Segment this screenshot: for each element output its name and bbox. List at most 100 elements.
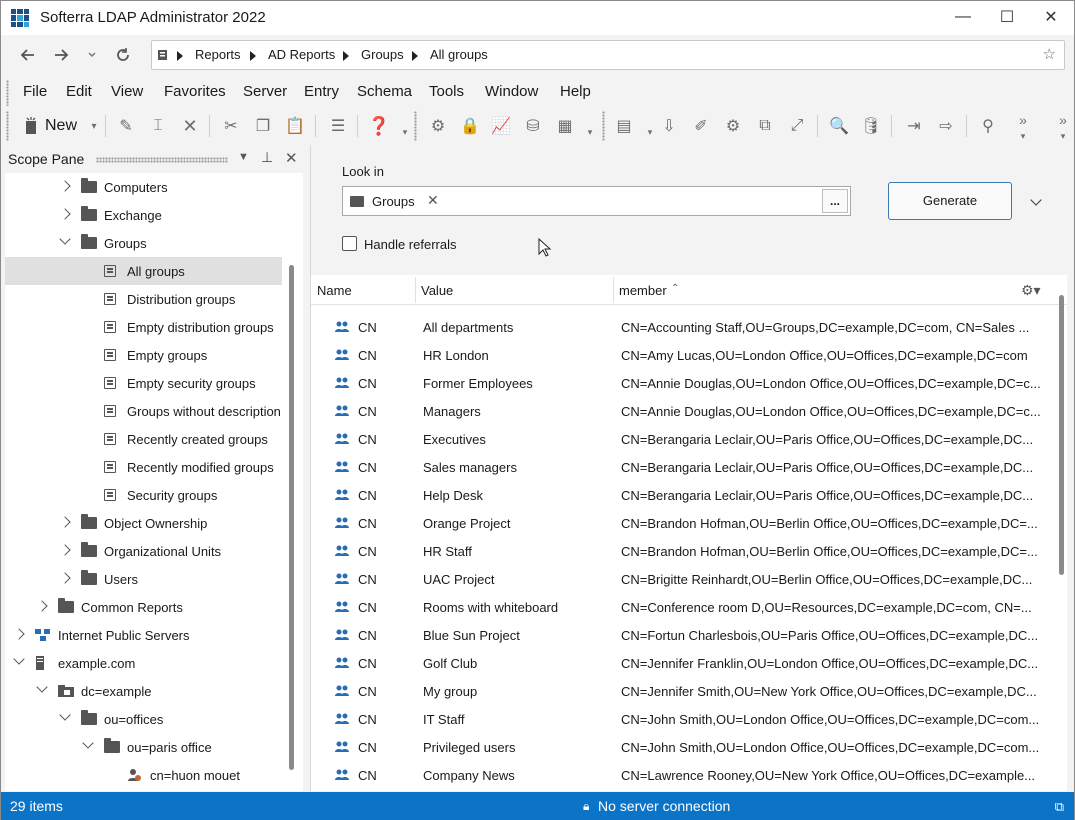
server-export-icon[interactable]: ⛁ [522, 115, 544, 137]
tree-item-all-groups[interactable]: All groups [5, 257, 282, 285]
column-header-value[interactable]: Value [421, 283, 453, 298]
toolbar-overflow-dropdown-icon[interactable]: ▾ [1012, 125, 1034, 147]
column-header-name[interactable]: Name [317, 283, 352, 298]
table-row[interactable]: CN Executives CN=Berangaria Leclair,OU=Par… [311, 425, 1051, 453]
table-row[interactable]: CN Sales managers CN=Berangaria Leclair,OU… [311, 453, 1051, 481]
tree-item-groups[interactable]: Groups [5, 229, 282, 257]
table-row[interactable]: CN Former Employees CN=Annie Douglas,OU=Lo… [311, 369, 1051, 397]
menu-grip[interactable] [6, 80, 9, 106]
tree-item-users[interactable]: Users [5, 565, 282, 593]
table-row[interactable]: CN Privileged users CN=John Smith,OU=Londo… [311, 733, 1051, 761]
column-divider[interactable] [613, 277, 614, 303]
collapse-chevron-icon[interactable] [59, 709, 71, 721]
tree-item-empty-security-groups[interactable]: Empty security groups [5, 369, 282, 397]
favorite-star-icon[interactable]: ☆ [1043, 45, 1056, 63]
table-row[interactable]: CN All departments CN=Accounting Staff,OU=… [311, 313, 1051, 341]
table-row[interactable]: CN HR London CN=Amy Lucas,OU=London Office… [311, 341, 1051, 369]
expand-chevron-icon[interactable] [13, 628, 25, 640]
expand-chevron-icon[interactable] [59, 544, 71, 556]
tree-item-ou-offices[interactable]: ou=offices [5, 705, 282, 733]
tree-item-groups-without-description[interactable]: Groups without description [5, 397, 282, 425]
menu-schema[interactable]: Schema [357, 83, 412, 100]
grid-scrollbar[interactable] [1059, 295, 1064, 575]
column-settings-gear-icon[interactable]: ⚙▾ [1021, 282, 1041, 299]
table-row[interactable]: CN Company News CN=Lawrence Rooney,OU=New … [311, 761, 1051, 789]
maximize-button[interactable]: ☐ [984, 1, 1030, 33]
menu-entry[interactable]: Entry [304, 83, 339, 100]
table-row[interactable]: CN Rooms with whiteboard CN=Conference roo… [311, 593, 1051, 621]
tree-item-cn-huon-mouet[interactable]: cn=huon mouet [5, 761, 282, 789]
scope-pane-menu-icon[interactable]: ▼ [238, 151, 249, 163]
tree-item-common-reports[interactable]: Common Reports [5, 593, 282, 621]
new-object-icon[interactable]: ▤ [613, 115, 635, 137]
expand-chevron-icon[interactable] [36, 600, 48, 612]
tree-item-dc-example[interactable]: dc=example [5, 677, 282, 705]
tree-item-ou-paris-office[interactable]: ou=paris office [5, 733, 282, 761]
tree-item-exchange[interactable]: Exchange [5, 201, 282, 229]
menu-server[interactable]: Server [243, 83, 287, 100]
toolbar-grip[interactable] [414, 111, 417, 141]
tree-item-recently-modified-groups[interactable]: Recently modified groups [5, 453, 282, 481]
menu-edit[interactable]: Edit [66, 83, 92, 100]
table-row[interactable]: CN Blue Sun Project CN=Fortun Charlesbois,… [311, 621, 1051, 649]
scope-scrollbar[interactable] [289, 265, 294, 770]
edit-pencil-icon[interactable]: ✎ [115, 115, 137, 137]
handle-referrals-checkbox[interactable] [342, 236, 357, 251]
delete-icon[interactable]: ✕ [179, 115, 201, 137]
properties-icon[interactable]: ☰ [327, 115, 349, 137]
expand-chevron-icon[interactable] [59, 516, 71, 528]
tree-item-empty-distribution-groups[interactable]: Empty distribution groups [5, 313, 282, 341]
new-dropdown-icon[interactable]: ▾ [83, 115, 105, 137]
table-row[interactable]: CN Orange Project CN=Brandon Hofman,OU=Ber… [311, 509, 1051, 537]
tree-item-empty-groups[interactable]: Empty groups [5, 341, 282, 369]
expand-chevron-icon[interactable] [59, 572, 71, 584]
tree-item-recently-created-groups[interactable]: Recently created groups [5, 425, 282, 453]
menu-file[interactable]: File [23, 83, 47, 100]
close-button[interactable]: ✕ [1028, 1, 1074, 33]
server-properties-icon[interactable]: ▦ [554, 115, 576, 137]
refresh-icon[interactable] [111, 43, 135, 67]
paste-icon[interactable]: 📋 [284, 115, 306, 137]
forward-arrow-icon[interactable] [49, 43, 73, 67]
breadcrumb-reports[interactable]: Reports [195, 47, 241, 62]
tree-item-distribution-groups[interactable]: Distribution groups [5, 285, 282, 313]
compare-icon[interactable]: ⧉ [754, 115, 776, 137]
database-icon[interactable]: 🛢 [860, 115, 882, 137]
pin-icon[interactable]: ⊥ [261, 149, 273, 166]
table-row[interactable]: CN My group CN=Jennifer Smith,OU=New York … [311, 677, 1051, 705]
copy-icon[interactable]: ❐ [252, 115, 274, 137]
generate-options-chevron-icon[interactable] [1030, 194, 1042, 206]
table-row[interactable]: CN HR Staff CN=Brandon Hofman,OU=Berlin Of… [311, 537, 1051, 565]
handle-referrals-label[interactable]: Handle referrals [364, 237, 457, 252]
new-button[interactable]: New [45, 117, 77, 135]
export-icon[interactable]: ⇥ [903, 115, 925, 137]
collapse-chevron-icon[interactable] [13, 653, 25, 665]
minimize-button[interactable]: — [940, 1, 986, 33]
move-icon[interactable]: ⤢ [786, 115, 808, 137]
scope-pane-close-icon[interactable]: ✕ [285, 149, 298, 167]
tree-item-computers[interactable]: Computers [5, 173, 282, 201]
help-icon[interactable]: ❓ [368, 115, 390, 137]
collapse-chevron-icon[interactable] [36, 681, 48, 693]
filter-icon[interactable]: ⚲ [977, 115, 999, 137]
breadcrumb-all-groups[interactable]: All groups [430, 47, 488, 62]
table-row[interactable]: CN UAC Project CN=Brigitte Reinhardt,OU=Be… [311, 565, 1051, 593]
breadcrumb-groups[interactable]: Groups [361, 47, 404, 62]
back-arrow-icon[interactable] [16, 43, 40, 67]
collapse-chevron-icon[interactable] [82, 737, 94, 749]
cut-icon[interactable]: ✂ [220, 115, 242, 137]
help-dropdown-icon[interactable]: ▾ [394, 121, 416, 143]
new-entry-icon[interactable] [20, 115, 42, 137]
scope-tree[interactable]: Computers Exchange Groups All groups Distrib… [5, 173, 303, 791]
menu-tools[interactable]: Tools [429, 83, 464, 100]
server-dropdown-icon[interactable]: ▾ [579, 121, 601, 143]
send-icon[interactable]: ⇨ [935, 115, 957, 137]
menu-favorites[interactable]: Favorites [164, 83, 226, 100]
address-bar[interactable]: Reports AD Reports Groups All groups ☆ [151, 40, 1065, 70]
entry-settings-icon[interactable]: ⚙ [722, 115, 744, 137]
toolbar-grip[interactable] [6, 111, 9, 141]
new-server-icon[interactable]: ⚙ [427, 115, 449, 137]
tree-item-organizational-units[interactable]: Organizational Units [5, 537, 282, 565]
expand-chevron-icon[interactable] [59, 180, 71, 192]
import-icon[interactable]: ⇩ [658, 115, 680, 137]
